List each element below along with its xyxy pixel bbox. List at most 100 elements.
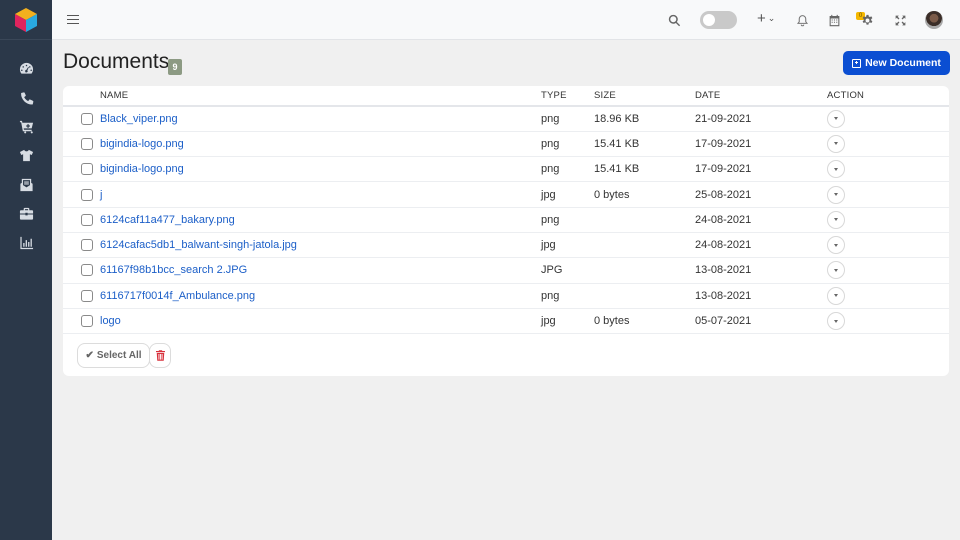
sidebar-item-calls[interactable] <box>0 83 52 112</box>
row-action-dropdown[interactable] <box>827 109 845 128</box>
sidebar-item-reports[interactable] <box>0 228 52 257</box>
search-button[interactable] <box>665 11 683 29</box>
row-checkbox-cell <box>63 232 100 259</box>
hamburger-icon[interactable] <box>67 12 79 26</box>
settings-button[interactable] <box>858 11 876 29</box>
row-action-dropdown[interactable] <box>827 261 845 280</box>
file-name-link[interactable]: 6124cafac5db1_balwant-singh-jatola.jpg <box>100 239 297 251</box>
sidebar <box>0 0 52 540</box>
fullscreen-button[interactable] <box>891 11 909 29</box>
action-cell <box>827 308 949 335</box>
file-name-link[interactable]: bigindia-logo.png <box>100 163 184 175</box>
file-type: jpg <box>541 308 594 335</box>
row-checkbox[interactable] <box>81 163 93 176</box>
row-checkbox[interactable] <box>81 188 93 201</box>
file-name-link[interactable]: logo <box>100 315 121 327</box>
row-action-dropdown[interactable] <box>827 185 845 204</box>
file-size <box>594 207 695 233</box>
table-row: bigindia-logo.png png 15.41 KB 17-09-202… <box>63 131 949 158</box>
sidebar-item-products[interactable] <box>0 141 52 170</box>
check-icon: ✔ <box>85 350 94 361</box>
action-cell <box>827 131 949 158</box>
topbar: + ⌄ 0 <box>52 0 960 40</box>
header-date[interactable]: DATE <box>695 86 827 107</box>
select-all-button[interactable]: ✔ Select All <box>77 343 150 368</box>
row-action-dropdown[interactable] <box>827 134 845 153</box>
sidebar-item-mail[interactable] <box>0 170 52 199</box>
file-type: jpg <box>541 232 594 259</box>
new-document-label: New Document <box>865 57 941 69</box>
theme-toggle[interactable] <box>700 11 737 29</box>
user-avatar[interactable] <box>925 11 943 29</box>
action-cell <box>827 257 949 284</box>
app-logo[interactable] <box>0 0 52 40</box>
header-size[interactable]: SIZE <box>594 86 695 107</box>
caret-down-icon <box>834 117 838 121</box>
file-name-cell: 6124cafac5db1_balwant-singh-jatola.jpg <box>100 232 541 259</box>
file-type: png <box>541 106 594 132</box>
file-size: 18.96 KB <box>594 106 695 132</box>
file-type: png <box>541 207 594 233</box>
file-size: 15.41 KB <box>594 156 695 183</box>
row-action-dropdown[interactable] <box>827 160 845 179</box>
action-cell <box>827 207 949 233</box>
file-type: png <box>541 156 594 183</box>
row-action-dropdown[interactable] <box>827 210 845 229</box>
action-cell <box>827 232 949 259</box>
header-type[interactable]: TYPE <box>541 86 594 107</box>
file-size: 0 bytes <box>594 308 695 335</box>
file-name-link[interactable]: 6116717f0014f_Ambulance.png <box>100 290 255 302</box>
file-name-cell: logo <box>100 308 541 335</box>
file-size <box>594 232 695 259</box>
header-name[interactable]: NAME <box>100 86 541 107</box>
file-name-link[interactable]: 6124caf11a477_bakary.png <box>100 214 235 226</box>
row-checkbox[interactable] <box>81 112 93 125</box>
briefcase-icon <box>19 207 33 220</box>
row-action-dropdown[interactable] <box>827 236 845 255</box>
file-name-cell: 61167f98b1bcc_search 2.JPG <box>100 257 541 284</box>
search-icon <box>668 14 680 26</box>
documents-card: NAME TYPE SIZE DATE ACTION Black_viper.p… <box>63 86 949 376</box>
file-size: 0 bytes <box>594 181 695 208</box>
file-date: 05-07-2021 <box>695 308 827 335</box>
row-action-dropdown[interactable] <box>827 312 845 331</box>
table-row: 61167f98b1bcc_search 2.JPG JPG 13-08-202… <box>63 257 949 284</box>
gear-icon <box>862 14 872 25</box>
table-row: bigindia-logo.png png 15.41 KB 17-09-202… <box>63 156 949 183</box>
row-checkbox[interactable] <box>81 137 93 150</box>
file-name-link[interactable]: Black_viper.png <box>100 113 178 125</box>
file-name-link[interactable]: j <box>100 189 102 201</box>
sidebar-item-dashboard[interactable] <box>0 54 52 83</box>
notifications-button[interactable] <box>793 11 811 29</box>
quick-add-dropdown[interactable]: + ⌄ <box>757 10 775 27</box>
file-size <box>594 283 695 309</box>
trash-icon <box>155 350 165 361</box>
toggle-knob <box>703 14 715 26</box>
action-cell <box>827 181 949 208</box>
table-row: logo jpg 0 bytes 05-07-2021 <box>63 308 949 335</box>
row-checkbox[interactable] <box>81 264 93 277</box>
file-name-link[interactable]: bigindia-logo.png <box>100 138 184 150</box>
documents-table: NAME TYPE SIZE DATE ACTION Black_viper.p… <box>63 86 949 335</box>
file-name-link[interactable]: 61167f98b1bcc_search 2.JPG <box>100 264 247 276</box>
action-cell <box>827 283 949 309</box>
new-document-button[interactable]: New Document <box>843 51 950 75</box>
table-row: 6124cafac5db1_balwant-singh-jatola.jpg j… <box>63 232 949 259</box>
file-name-cell: 6116717f0014f_Ambulance.png <box>100 283 541 309</box>
file-date: 21-09-2021 <box>695 106 827 132</box>
calendar-button[interactable] <box>825 11 843 29</box>
bar-chart-icon <box>19 236 33 250</box>
delete-selected-button[interactable] <box>149 343 171 368</box>
row-checkbox[interactable] <box>81 315 93 328</box>
row-action-dropdown[interactable] <box>827 286 845 305</box>
row-checkbox[interactable] <box>81 213 93 226</box>
row-checkbox[interactable] <box>81 239 93 252</box>
row-checkbox-cell <box>63 181 100 208</box>
row-checkbox[interactable] <box>81 289 93 302</box>
caret-down-icon <box>834 243 838 247</box>
table-row: Black_viper.png png 18.96 KB 21-09-2021 <box>63 106 949 132</box>
sidebar-item-shop[interactable] <box>0 112 52 141</box>
sidebar-item-projects[interactable] <box>0 199 52 228</box>
file-type: jpg <box>541 181 594 208</box>
cart-icon <box>19 120 33 134</box>
